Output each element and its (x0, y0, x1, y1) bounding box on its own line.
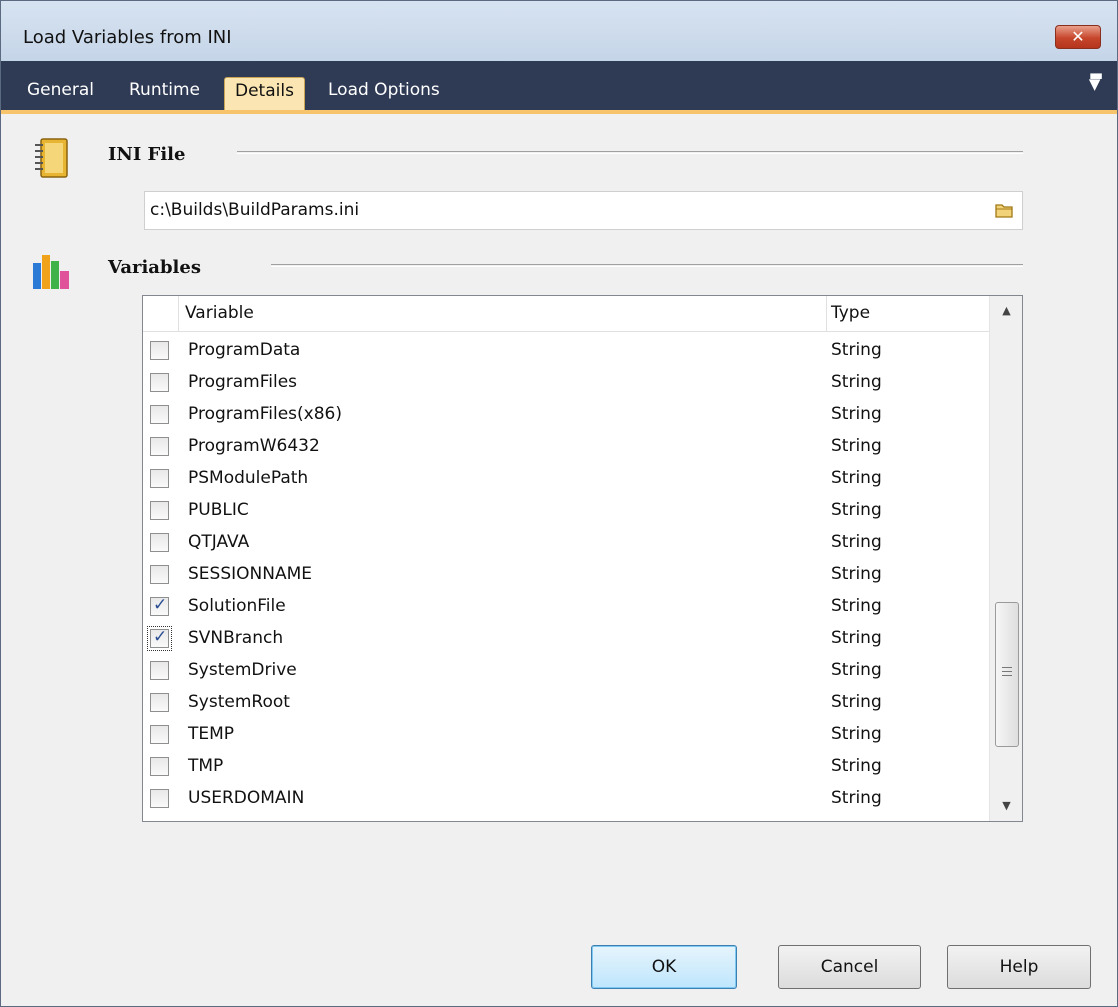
table-row[interactable]: ProgramW6432 String (143, 430, 989, 462)
variables-chart-icon (33, 255, 69, 289)
variable-name-cell: PSModulePath (188, 468, 309, 488)
row-checkbox[interactable] (150, 661, 169, 680)
row-checkbox[interactable]: ✓ (150, 595, 169, 616)
table-row[interactable]: SESSIONNAME String (143, 558, 989, 590)
grid-rows: ProgramData String ProgramFiles String Progr… (143, 334, 989, 814)
row-checkbox[interactable] (150, 725, 169, 744)
window-title: Load Variables from INI (23, 27, 232, 48)
row-checkbox[interactable] (150, 533, 169, 552)
ini-file-path-field[interactable]: c:\Builds\BuildParams.ini (144, 191, 1023, 230)
variable-type-cell: String (831, 660, 882, 680)
close-icon: ✕ (1071, 27, 1085, 46)
checkmark-icon: ✓ (153, 627, 168, 647)
table-row[interactable]: SystemRoot String (143, 686, 989, 718)
variable-type-cell: String (831, 788, 882, 808)
row-checkbox[interactable] (150, 565, 169, 584)
variable-name-cell: SystemRoot (188, 692, 290, 712)
variable-name-cell: SESSIONNAME (188, 564, 312, 584)
table-row[interactable]: ProgramData String (143, 334, 989, 366)
checkmark-icon: ✓ (153, 595, 168, 615)
table-row[interactable]: PUBLIC String (143, 494, 989, 526)
variables-heading: Variables (108, 257, 201, 278)
variable-name-cell: USERDOMAIN (188, 788, 305, 808)
table-row[interactable]: ProgramFiles(x86) String (143, 398, 989, 430)
tab-details[interactable]: Details (224, 77, 305, 110)
variable-name-cell: TEMP (188, 724, 235, 744)
variable-type-cell: String (831, 724, 882, 744)
variable-type-cell: String (831, 468, 882, 488)
vertical-scrollbar[interactable]: ▲ ▼ (989, 296, 1022, 821)
variable-name-cell: ProgramW6432 (188, 436, 320, 456)
grip-icon (1002, 667, 1012, 676)
scroll-up-arrow-icon[interactable]: ▲ (990, 296, 1022, 326)
row-checkbox[interactable] (150, 341, 169, 360)
help-button[interactable]: Help (947, 945, 1091, 989)
scroll-down-arrow-icon[interactable]: ▼ (990, 791, 1022, 821)
table-row[interactable]: TEMP String (143, 718, 989, 750)
variable-name-cell: PUBLIC (188, 500, 249, 520)
table-row[interactable]: TMP String (143, 750, 989, 782)
column-divider[interactable] (826, 296, 827, 332)
ini-file-divider (237, 151, 1023, 154)
variable-type-cell: String (831, 532, 882, 552)
row-checkbox[interactable]: ✓ (147, 626, 172, 651)
variable-type-cell: String (831, 628, 882, 648)
variables-divider (271, 264, 1023, 267)
table-row[interactable]: ✓ SolutionFile String (143, 590, 989, 622)
variable-name-cell: QTJAVA (188, 532, 250, 552)
variable-name-cell: ProgramFiles (188, 372, 298, 392)
dialog-window: Load Variables from INI ✕ General Runtim… (0, 0, 1118, 1007)
tab-bar: General Runtime Details Load Options ▬ ▼ (1, 61, 1117, 114)
row-checkbox[interactable] (150, 373, 169, 392)
row-checkbox[interactable] (150, 437, 169, 456)
variable-type-cell: String (831, 436, 882, 456)
tab-menu-chevron-icon[interactable]: ▬ ▼ (1089, 68, 1103, 92)
row-checkbox[interactable] (150, 501, 169, 520)
variable-type-cell: String (831, 756, 882, 776)
row-checkbox[interactable] (150, 693, 169, 712)
variable-name-cell: TMP (188, 756, 224, 776)
table-row[interactable]: USERDOMAIN String (143, 782, 989, 814)
row-checkbox[interactable] (150, 757, 169, 776)
tab-load-options[interactable]: Load Options (318, 77, 450, 110)
variable-type-cell: String (831, 500, 882, 520)
browse-folder-icon[interactable] (994, 201, 1014, 219)
variable-type-cell: String (831, 564, 882, 584)
variable-name-cell: SolutionFile (188, 596, 286, 616)
variable-type-cell: String (831, 372, 882, 392)
table-row[interactable]: SystemDrive String (143, 654, 989, 686)
variable-name-cell: ProgramData (188, 340, 301, 360)
ok-button[interactable]: OK (591, 945, 737, 989)
title-bar[interactable]: Load Variables from INI ✕ (1, 1, 1117, 61)
variable-type-cell: String (831, 404, 882, 424)
header-check-column[interactable] (143, 296, 179, 332)
close-button[interactable]: ✕ (1055, 25, 1101, 49)
table-row[interactable]: QTJAVA String (143, 526, 989, 558)
cancel-button[interactable]: Cancel (778, 945, 921, 989)
row-checkbox[interactable] (150, 469, 169, 488)
column-header-type[interactable]: Type (831, 303, 870, 323)
column-header-variable[interactable]: Variable (185, 303, 254, 323)
row-checkbox[interactable] (150, 789, 169, 808)
tab-general[interactable]: General (17, 77, 104, 110)
ini-file-icon (35, 138, 68, 178)
table-row[interactable]: ✓ SVNBranch String (143, 622, 989, 654)
row-checkbox[interactable] (150, 405, 169, 424)
variable-name-cell: SystemDrive (188, 660, 297, 680)
table-row[interactable]: ProgramFiles String (143, 366, 989, 398)
variable-type-cell: String (831, 340, 882, 360)
grid-header: Variable Type (143, 296, 989, 332)
ini-file-heading: INI File (108, 144, 186, 165)
variable-name-cell: SVNBranch (188, 628, 284, 648)
variable-type-cell: String (831, 692, 882, 712)
variable-type-cell: String (831, 596, 882, 616)
ini-file-path-value: c:\Builds\BuildParams.ini (150, 200, 360, 220)
tab-runtime[interactable]: Runtime (119, 77, 210, 110)
variables-grid[interactable]: Variable Type ProgramData String ProgramFi… (142, 295, 1023, 822)
table-row[interactable]: PSModulePath String (143, 462, 989, 494)
scrollbar-thumb[interactable] (995, 602, 1019, 747)
variable-name-cell: ProgramFiles(x86) (188, 404, 342, 424)
